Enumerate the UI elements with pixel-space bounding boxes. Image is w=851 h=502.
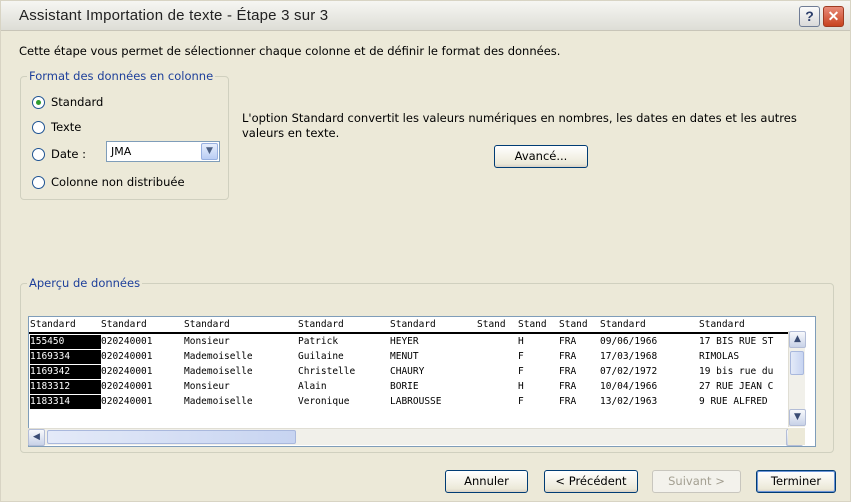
selected-column-cell: 1183314 [30, 395, 101, 409]
column-header[interactable]: Standard [184, 318, 298, 332]
table-cell: FRA [559, 381, 577, 392]
previous-button[interactable]: < Précédent [544, 470, 638, 493]
column-header[interactable]: Standard [101, 318, 184, 332]
column-header[interactable]: Standard [298, 318, 390, 332]
radio-skip-column-label: Colonne non distribuée [51, 175, 185, 189]
help-button[interactable]: ? [799, 6, 820, 27]
scroll-down-icon[interactable]: ▼ [789, 409, 806, 426]
close-button[interactable]: ✕ [823, 6, 844, 27]
table-cell: 17/03/1968 [600, 351, 658, 362]
cancel-button[interactable]: Annuler [445, 470, 528, 493]
table-cell: 10/04/1966 [600, 381, 658, 392]
column-header[interactable]: Standard [30, 318, 101, 332]
table-cell: Guilaine [298, 351, 344, 362]
data-preview-legend: Aperçu de données [27, 276, 143, 290]
table-cell: Patrick [298, 336, 339, 347]
selected-column-cell: 1169334 [30, 350, 101, 364]
table-cell [477, 335, 518, 349]
table-cell: 07/02/1972 [600, 366, 658, 377]
column-header[interactable]: Standard [600, 318, 699, 332]
table-cell: 020240001 [101, 381, 153, 392]
table-cell: Christelle [298, 366, 356, 377]
radio-text-icon[interactable] [32, 120, 45, 134]
radio-standard-icon[interactable] [32, 95, 45, 109]
radio-date[interactable]: Date : [32, 147, 86, 161]
next-button[interactable]: Suivant > [652, 470, 741, 493]
radio-text[interactable]: Texte [32, 120, 81, 134]
table-cell: Monsieur [184, 336, 230, 347]
horizontal-scrollbar[interactable]: ◀ ▶ [28, 428, 805, 446]
vertical-scrollbar[interactable]: ▲ ▼ [788, 331, 806, 427]
table-cell: BORIE [390, 381, 419, 392]
table-cell: F [518, 396, 524, 407]
table-cell: 020240001 [101, 366, 153, 377]
table-cell: HEYER [390, 336, 419, 347]
table-cell [477, 365, 518, 379]
table-cell: 020240001 [101, 351, 153, 362]
table-cell: H [518, 381, 524, 392]
radio-date-icon[interactable] [32, 147, 45, 161]
table-cell: 09/06/1966 [600, 336, 658, 347]
column-header[interactable]: Stand [559, 318, 600, 332]
window-title: Assistant Importation de texte - Étape 3… [19, 7, 329, 24]
radio-standard[interactable]: Standard [32, 95, 103, 109]
chevron-down-icon[interactable]: ▼ [201, 143, 218, 160]
column-header[interactable]: Stand [518, 318, 559, 332]
radio-date-label: Date : [51, 147, 87, 161]
table-cell: Mademoiselle [184, 396, 253, 407]
table-cell [477, 380, 518, 394]
scrollbar-corner [788, 428, 805, 445]
table-cell: FRA [559, 351, 577, 362]
column-header[interactable]: Standard [390, 318, 477, 332]
date-format-value: JMA [111, 145, 132, 158]
horizontal-scroll-thumb[interactable] [47, 430, 296, 444]
date-format-select[interactable]: JMA ▼ [106, 141, 220, 162]
vertical-scroll-thumb[interactable] [790, 351, 804, 375]
format-description: L'option Standard convertit les valeurs … [242, 111, 797, 140]
table-cell: Mademoiselle [184, 351, 253, 362]
table-cell: H [518, 336, 524, 347]
selected-column-cell: 155450 [30, 335, 101, 349]
radio-text-label: Texte [51, 120, 82, 134]
table-cell: Veronique [298, 396, 350, 407]
table-cell: F [518, 351, 524, 362]
intro-text: Cette étape vous permet de sélectionner … [19, 44, 561, 58]
table-cell: LABROUSSE [390, 396, 442, 407]
header-divider [29, 332, 800, 334]
table-cell: 020240001 [101, 336, 153, 347]
table-cell: FRA [559, 396, 577, 407]
column-header[interactable]: Standard [699, 318, 809, 332]
table-cell: Mademoiselle [184, 366, 253, 377]
table-cell: 13/02/1963 [600, 396, 658, 407]
column-header[interactable]: Stand [477, 318, 518, 332]
scroll-left-icon[interactable]: ◀ [28, 429, 45, 446]
selected-column-cell: 1183312 [30, 380, 101, 394]
table-cell: Monsieur [184, 381, 230, 392]
table-cell: CHAURY [390, 366, 425, 377]
selected-column-cell: 1169342 [30, 365, 101, 379]
table-cell: F [518, 366, 524, 377]
radio-skip-column[interactable]: Colonne non distribuée [32, 175, 185, 189]
radio-skip-column-icon[interactable] [32, 175, 45, 189]
table-cell: FRA [559, 336, 577, 347]
table-cell: MENUT [390, 351, 419, 362]
table-cell [477, 395, 518, 409]
table-cell: 020240001 [101, 396, 153, 407]
table-cell: Alain [298, 381, 327, 392]
column-format-legend: Format des données en colonne [27, 69, 216, 83]
scroll-up-icon[interactable]: ▲ [789, 331, 806, 348]
finish-button[interactable]: Terminer [756, 470, 836, 493]
radio-standard-label: Standard [51, 95, 104, 109]
text-import-dialog: Assistant Importation de texte - Étape 3… [0, 0, 851, 502]
table-cell: FRA [559, 366, 577, 377]
table-cell [477, 350, 518, 364]
advanced-button[interactable]: Avancé... [494, 145, 588, 168]
title-bar[interactable]: Assistant Importation de texte - Étape 3… [1, 1, 850, 31]
